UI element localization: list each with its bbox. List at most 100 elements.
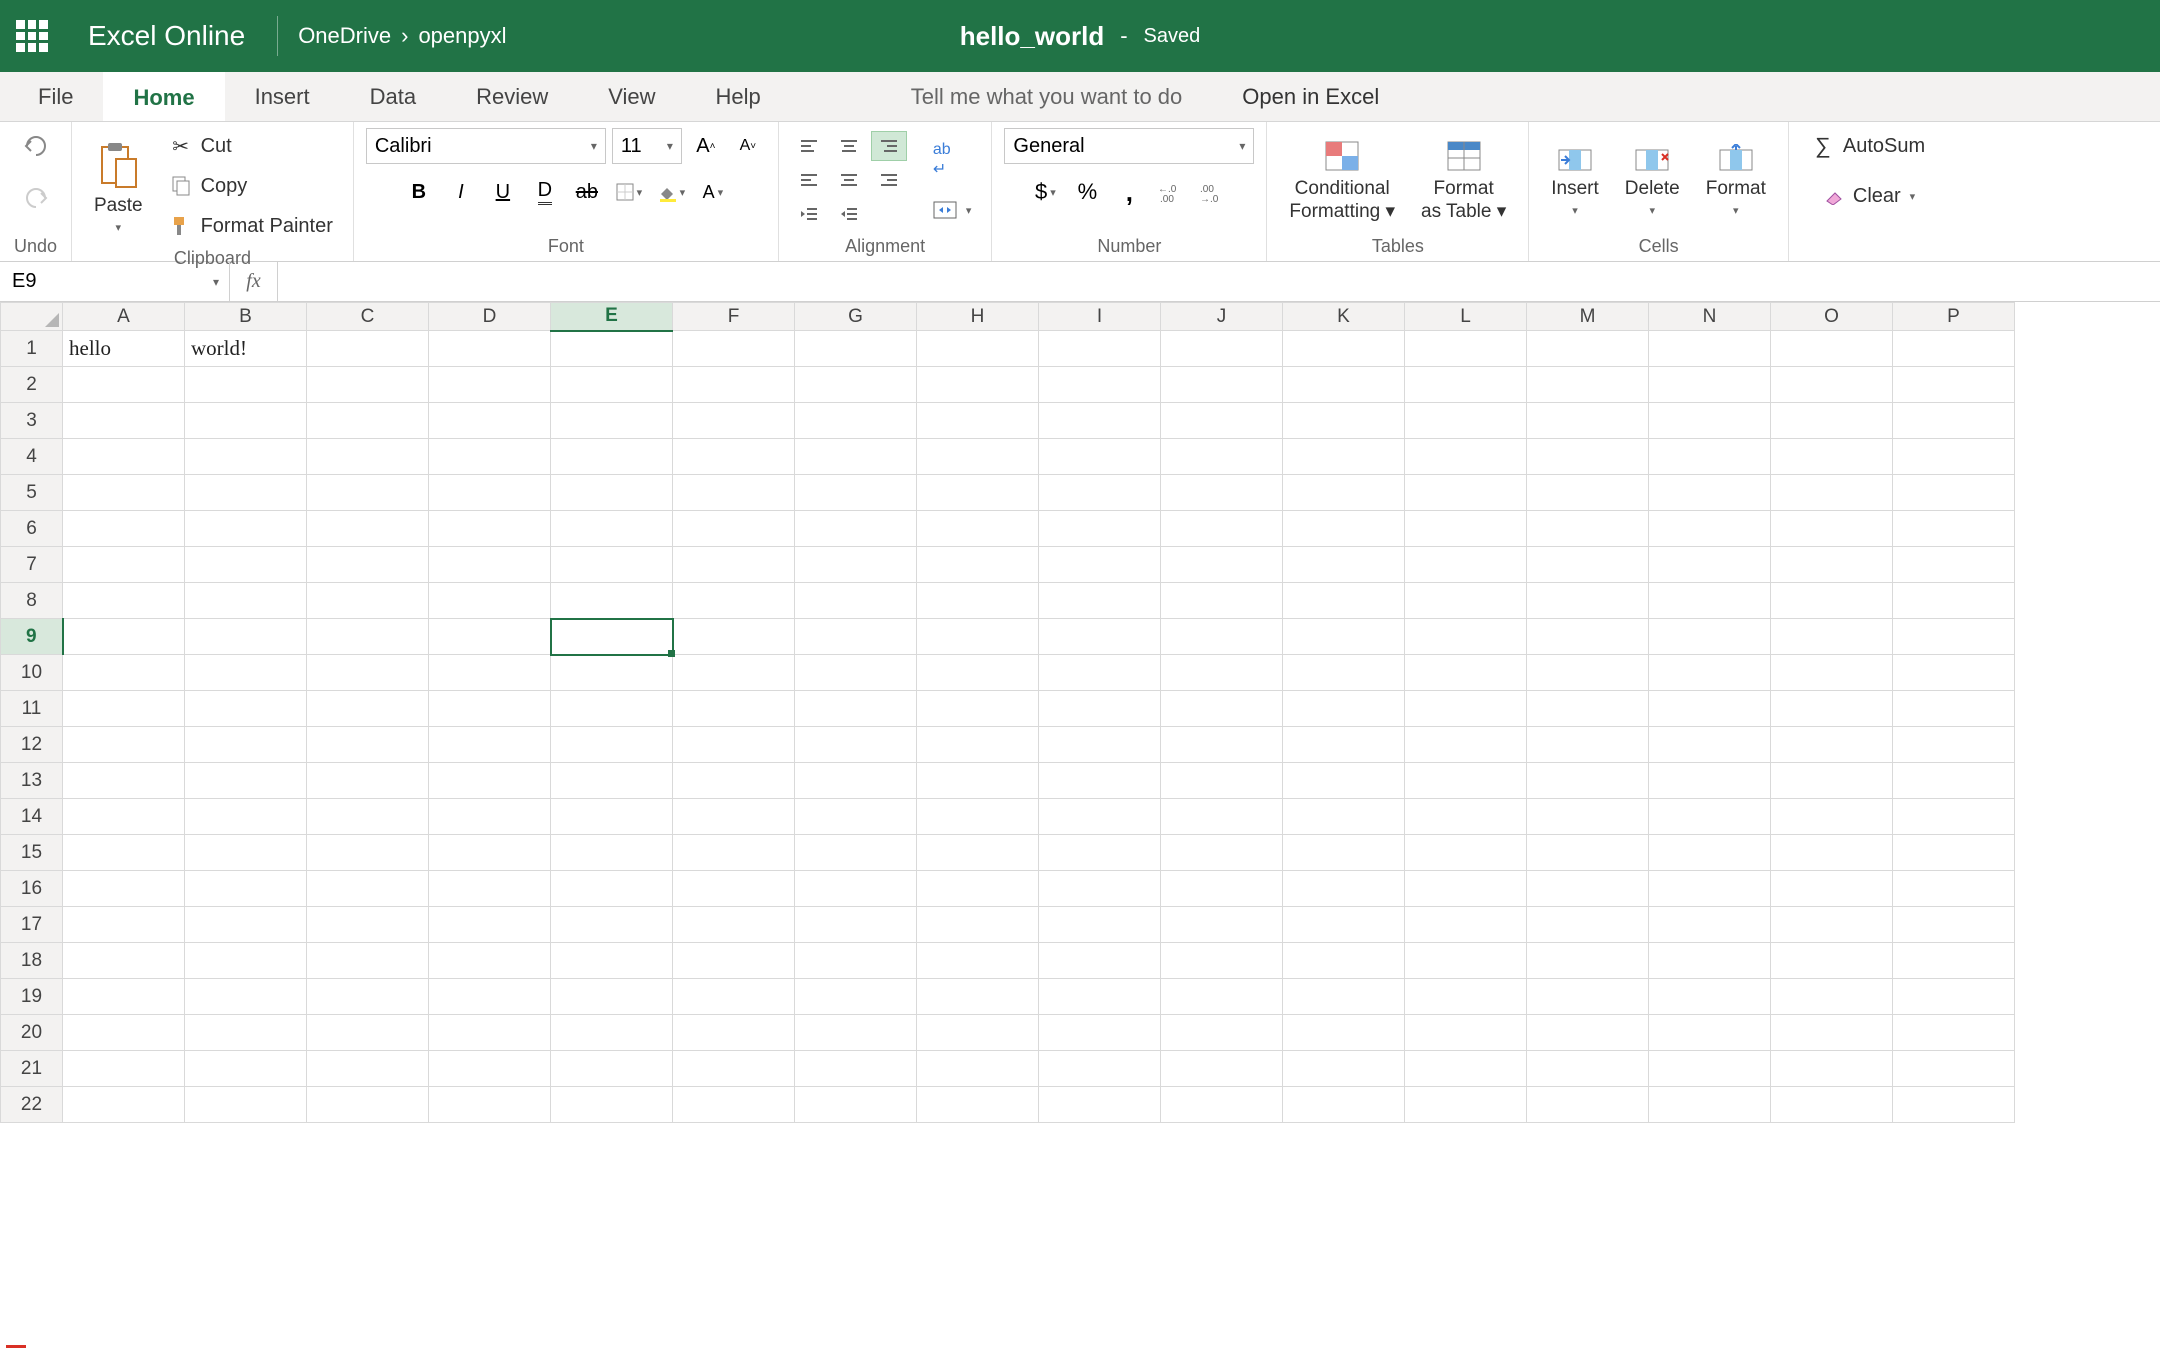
column-header-J[interactable]: J: [1161, 303, 1283, 331]
row-header-22[interactable]: 22: [1, 1087, 63, 1123]
cell-J21[interactable]: [1161, 1051, 1283, 1087]
align-top-center[interactable]: [831, 131, 867, 161]
cell-N14[interactable]: [1649, 799, 1771, 835]
cell-K7[interactable]: [1283, 547, 1405, 583]
cell-I15[interactable]: [1039, 835, 1161, 871]
cell-E13[interactable]: [551, 763, 673, 799]
font-size-dropdown[interactable]: 11▾: [612, 128, 682, 164]
cell-P5[interactable]: [1893, 475, 2015, 511]
cell-O19[interactable]: [1771, 979, 1893, 1015]
cell-F12[interactable]: [673, 727, 795, 763]
cell-C1[interactable]: [307, 331, 429, 367]
cell-M4[interactable]: [1527, 439, 1649, 475]
cell-B1[interactable]: world!: [185, 331, 307, 367]
cell-P18[interactable]: [1893, 943, 2015, 979]
cell-F13[interactable]: [673, 763, 795, 799]
column-header-A[interactable]: A: [63, 303, 185, 331]
cell-I13[interactable]: [1039, 763, 1161, 799]
cell-G6[interactable]: [795, 511, 917, 547]
cell-C19[interactable]: [307, 979, 429, 1015]
cell-E19[interactable]: [551, 979, 673, 1015]
cell-B15[interactable]: [185, 835, 307, 871]
cell-C15[interactable]: [307, 835, 429, 871]
cell-G15[interactable]: [795, 835, 917, 871]
cell-L17[interactable]: [1405, 907, 1527, 943]
cell-G13[interactable]: [795, 763, 917, 799]
cell-H2[interactable]: [917, 367, 1039, 403]
cell-F9[interactable]: [673, 619, 795, 655]
cell-F10[interactable]: [673, 655, 795, 691]
wrap-text-button[interactable]: ab↵: [925, 137, 980, 183]
cell-L3[interactable]: [1405, 403, 1527, 439]
document-name[interactable]: hello_world: [960, 21, 1104, 52]
column-header-G[interactable]: G: [795, 303, 917, 331]
cell-N16[interactable]: [1649, 871, 1771, 907]
cell-G19[interactable]: [795, 979, 917, 1015]
tab-file[interactable]: File: [8, 72, 103, 121]
align-top-right[interactable]: [871, 131, 907, 161]
cell-J18[interactable]: [1161, 943, 1283, 979]
align-middle-left[interactable]: [791, 165, 827, 195]
cell-B4[interactable]: [185, 439, 307, 475]
cell-E6[interactable]: [551, 511, 673, 547]
tab-home[interactable]: Home: [103, 72, 224, 121]
cell-D2[interactable]: [429, 367, 551, 403]
cell-N8[interactable]: [1649, 583, 1771, 619]
tab-review[interactable]: Review: [446, 72, 578, 121]
bold-button[interactable]: B: [401, 174, 437, 210]
cell-C7[interactable]: [307, 547, 429, 583]
cell-E14[interactable]: [551, 799, 673, 835]
cell-E2[interactable]: [551, 367, 673, 403]
cell-P15[interactable]: [1893, 835, 2015, 871]
cell-P21[interactable]: [1893, 1051, 2015, 1087]
column-header-D[interactable]: D: [429, 303, 551, 331]
cell-B5[interactable]: [185, 475, 307, 511]
cell-C14[interactable]: [307, 799, 429, 835]
cell-B18[interactable]: [185, 943, 307, 979]
cell-I6[interactable]: [1039, 511, 1161, 547]
name-box[interactable]: E9 ▾: [0, 262, 230, 301]
cell-M10[interactable]: [1527, 655, 1649, 691]
cell-C4[interactable]: [307, 439, 429, 475]
cell-G3[interactable]: [795, 403, 917, 439]
cell-A19[interactable]: [63, 979, 185, 1015]
cell-B13[interactable]: [185, 763, 307, 799]
tab-view[interactable]: View: [578, 72, 685, 121]
cell-G20[interactable]: [795, 1015, 917, 1051]
cell-A8[interactable]: [63, 583, 185, 619]
cell-N13[interactable]: [1649, 763, 1771, 799]
cell-K2[interactable]: [1283, 367, 1405, 403]
cell-F17[interactable]: [673, 907, 795, 943]
cell-I19[interactable]: [1039, 979, 1161, 1015]
column-header-K[interactable]: K: [1283, 303, 1405, 331]
cell-J8[interactable]: [1161, 583, 1283, 619]
cell-H8[interactable]: [917, 583, 1039, 619]
cell-F5[interactable]: [673, 475, 795, 511]
cell-M15[interactable]: [1527, 835, 1649, 871]
cell-K14[interactable]: [1283, 799, 1405, 835]
cell-H3[interactable]: [917, 403, 1039, 439]
tab-data[interactable]: Data: [340, 72, 446, 121]
delete-cells-button[interactable]: Delete ▾: [1615, 140, 1690, 221]
cell-B17[interactable]: [185, 907, 307, 943]
cell-J6[interactable]: [1161, 511, 1283, 547]
decrease-indent-button[interactable]: [791, 199, 827, 229]
cell-N3[interactable]: [1649, 403, 1771, 439]
cell-O16[interactable]: [1771, 871, 1893, 907]
cell-E17[interactable]: [551, 907, 673, 943]
cell-F20[interactable]: [673, 1015, 795, 1051]
cell-C2[interactable]: [307, 367, 429, 403]
cell-D4[interactable]: [429, 439, 551, 475]
cell-N22[interactable]: [1649, 1087, 1771, 1123]
cell-B7[interactable]: [185, 547, 307, 583]
cell-F8[interactable]: [673, 583, 795, 619]
cell-B2[interactable]: [185, 367, 307, 403]
row-header-14[interactable]: 14: [1, 799, 63, 835]
cell-O22[interactable]: [1771, 1087, 1893, 1123]
cell-B3[interactable]: [185, 403, 307, 439]
cell-C16[interactable]: [307, 871, 429, 907]
cell-D19[interactable]: [429, 979, 551, 1015]
cell-J12[interactable]: [1161, 727, 1283, 763]
column-header-N[interactable]: N: [1649, 303, 1771, 331]
cell-P16[interactable]: [1893, 871, 2015, 907]
